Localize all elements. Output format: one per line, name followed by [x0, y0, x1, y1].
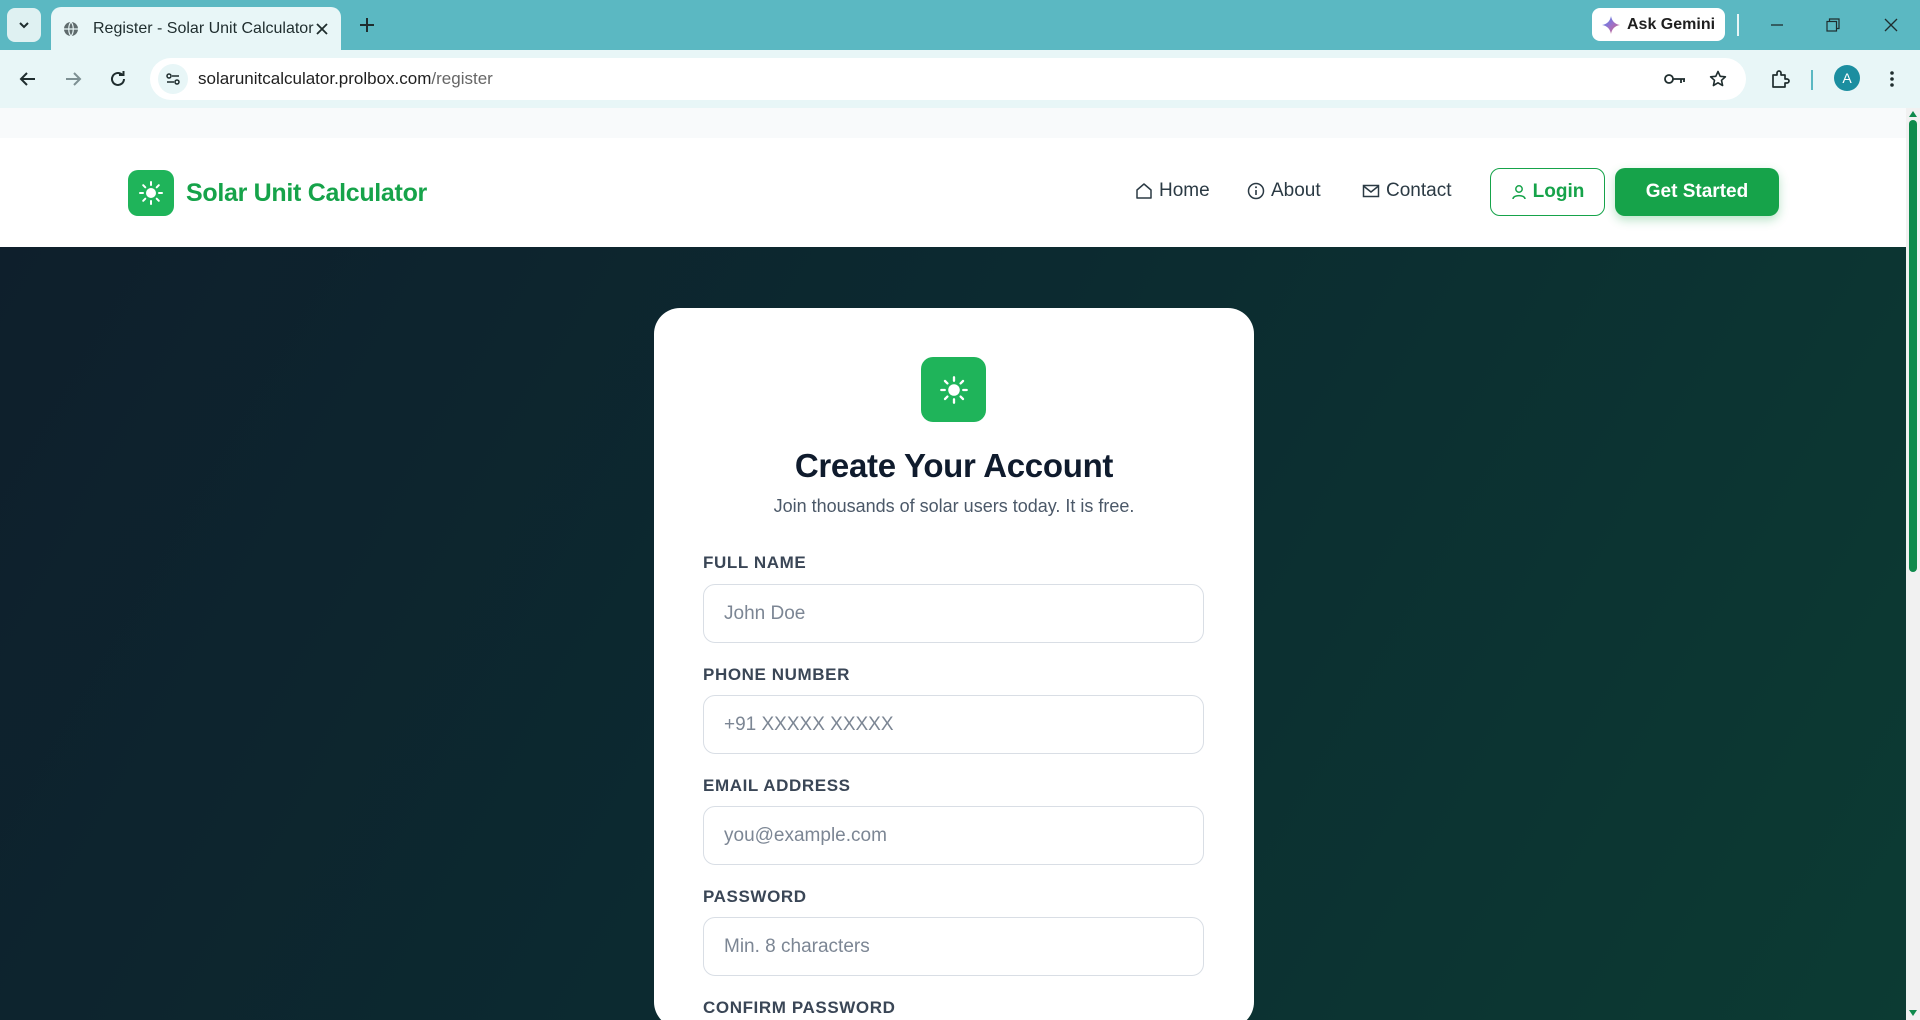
scroll-down-arrow-icon[interactable] — [1909, 1010, 1917, 1016]
tabstrip-divider — [1737, 14, 1739, 36]
url-host: solarunitcalculator.prolbox.com — [198, 69, 432, 88]
full-name-label: FULL NAME — [703, 553, 807, 572]
register-card: Create Your Account Join thousands of so… — [654, 308, 1254, 1020]
login-label: Login — [1532, 181, 1585, 202]
get-started-button[interactable]: Get Started — [1615, 168, 1779, 216]
mail-icon — [1362, 184, 1380, 198]
scroll-up-arrow-icon[interactable] — [1909, 111, 1917, 117]
restore-button[interactable] — [1813, 8, 1853, 42]
form-subtitle: Join thousands of solar users today. It … — [773, 496, 1135, 516]
form-title: Create Your Account — [794, 447, 1114, 484]
forward-button[interactable] — [56, 62, 90, 96]
menu-button[interactable] — [1875, 62, 1909, 96]
puzzle-icon — [1772, 70, 1790, 88]
url-text: solarunitcalculator.prolbox.com/register — [198, 69, 493, 89]
globe-icon — [63, 20, 79, 38]
minimize-icon — [1771, 24, 1783, 26]
password-key-icon[interactable] — [1660, 64, 1690, 94]
reload-button[interactable] — [101, 62, 135, 96]
page-scrollbar[interactable] — [1906, 108, 1920, 1020]
minimize-button[interactable] — [1757, 8, 1797, 42]
restore-icon — [1826, 18, 1840, 32]
kebab-menu-icon — [1890, 71, 1894, 87]
nav-home-link[interactable]: Home — [1135, 180, 1210, 202]
ask-gemini-label: Ask Gemini — [1627, 15, 1716, 33]
nav-home-label: Home — [1159, 180, 1210, 201]
toolbar-divider — [1811, 70, 1813, 90]
phone-number-label: PHONE NUMBER — [703, 665, 850, 684]
sun-icon — [128, 170, 174, 216]
reload-icon — [111, 71, 125, 86]
browser-tabstrip: Register - Solar Unit Calculator Ask Gem… — [0, 0, 1920, 50]
new-tab-button[interactable] — [352, 10, 382, 40]
ask-gemini-button[interactable]: Ask Gemini — [1592, 8, 1725, 41]
full-name-input[interactable] — [703, 584, 1204, 643]
gemini-sparkle-icon — [1602, 15, 1620, 34]
login-button[interactable]: Login — [1490, 168, 1605, 216]
profile-avatar[interactable]: A — [1834, 65, 1860, 91]
password-label: PASSWORD — [703, 887, 807, 906]
confirm-password-label: CONFIRM PASSWORD — [703, 998, 896, 1017]
nav-contact-link[interactable]: Contact — [1362, 180, 1451, 202]
plus-icon — [360, 18, 374, 32]
arrow-right-icon — [66, 72, 82, 86]
chevron-down-icon — [19, 22, 29, 29]
nav-about-label: About — [1271, 180, 1321, 201]
email-input[interactable] — [703, 806, 1204, 865]
brand-logo-link[interactable]: Solar Unit Calculator — [128, 170, 427, 216]
nav-about-link[interactable]: About — [1247, 180, 1321, 202]
site-info-icon[interactable] — [158, 64, 188, 94]
home-icon — [1136, 183, 1152, 199]
nav-contact-label: Contact — [1386, 180, 1452, 201]
brand-name: Solar Unit Calculator — [186, 178, 427, 207]
info-icon — [1247, 182, 1265, 200]
email-address-label: EMAIL ADDRESS — [703, 776, 851, 795]
scrollbar-thumb[interactable] — [1909, 120, 1917, 572]
tab-title: Register - Solar Unit Calculator — [93, 19, 314, 37]
close-icon — [1884, 18, 1898, 32]
address-bar[interactable]: solarunitcalculator.prolbox.com/register — [150, 58, 1746, 100]
url-path: /register — [431, 69, 493, 88]
browser-tab-active[interactable]: Register - Solar Unit Calculator — [51, 7, 341, 50]
user-icon — [1511, 185, 1526, 200]
site-header: Solar Unit Calculator Home About Contact… — [0, 138, 1906, 247]
tab-search-button[interactable] — [7, 8, 41, 42]
phone-number-input[interactable] — [703, 695, 1204, 754]
close-tab-icon[interactable] — [314, 17, 331, 41]
sun-icon — [921, 357, 986, 422]
back-button[interactable] — [11, 62, 45, 96]
browser-toolbar: solarunitcalculator.prolbox.com/register… — [0, 50, 1920, 108]
arrow-left-icon — [19, 72, 35, 86]
close-window-button[interactable] — [1871, 8, 1911, 42]
bookmark-star-icon[interactable] — [1703, 64, 1733, 94]
password-input[interactable] — [703, 917, 1204, 976]
extensions-button[interactable] — [1763, 62, 1797, 96]
